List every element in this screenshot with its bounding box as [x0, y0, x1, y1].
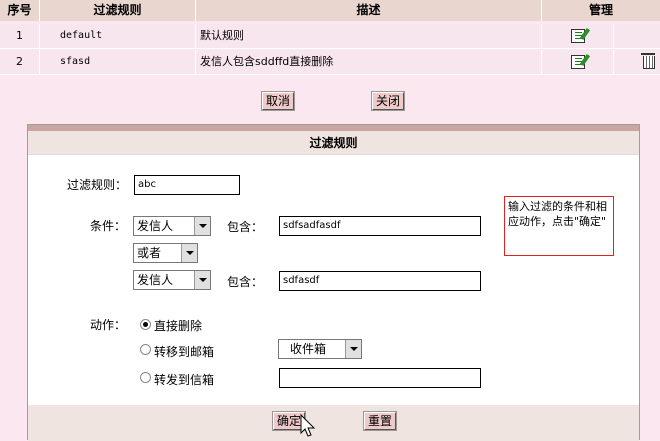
header-manage: 管理: [542, 0, 660, 21]
trash-icon[interactable]: [641, 53, 655, 69]
row-rule-name: default: [40, 24, 196, 48]
row-index: 2: [0, 50, 40, 74]
header-rule: 过滤规则: [40, 0, 196, 21]
condition2-field-value: 发信人: [137, 273, 174, 287]
action-forward-label: 转发到信箱: [154, 373, 215, 387]
chevron-down-icon[interactable]: [194, 217, 210, 235]
move-target-select[interactable]: 收件箱: [278, 339, 362, 359]
delete-cell: [614, 24, 660, 48]
hint-box: 输入过滤的条件和相应动作，点击"确定": [504, 196, 614, 256]
move-target-value: 收件箱: [290, 342, 327, 356]
condition-label: 条件：: [90, 219, 127, 233]
cancel-button[interactable]: 取消: [260, 91, 296, 111]
mouse-cursor-icon: [300, 414, 316, 437]
delete-cell: [614, 50, 660, 74]
contains-label-1: 包含：: [227, 220, 264, 234]
condition1-field-value: 发信人: [137, 219, 174, 233]
action-delete-label: 直接删除: [154, 319, 203, 333]
condition2-field-select[interactable]: 发信人: [133, 270, 211, 290]
table-row: 1 default 默认规则: [0, 24, 660, 49]
row-rule-name: sfasd: [40, 50, 196, 74]
row-description: 默认规则: [196, 24, 542, 48]
action-move-radio[interactable]: [140, 344, 151, 355]
action-forward-radio[interactable]: [140, 372, 151, 383]
logic-select[interactable]: 或者: [133, 243, 198, 263]
close-button[interactable]: 关闭: [370, 91, 406, 111]
table-row: 2 sfasd 发信人包含sddffd直接删除: [0, 50, 660, 75]
edit-icon[interactable]: [570, 55, 585, 69]
header-index: 序号: [0, 0, 40, 21]
row-index: 1: [0, 24, 40, 48]
edit-cell: [542, 50, 614, 74]
rule-name-input[interactable]: abc: [134, 175, 240, 195]
edit-icon[interactable]: [570, 29, 585, 43]
reset-button[interactable]: 重置: [362, 411, 398, 431]
header-desc: 描述: [196, 0, 542, 21]
dialog-footer: 确定 重置: [28, 405, 639, 441]
contains-label-2: 包含：: [227, 275, 264, 289]
chevron-down-icon[interactable]: [345, 340, 361, 358]
edit-cell: [542, 24, 614, 48]
dialog-title: 过滤规则: [28, 131, 639, 155]
chevron-down-icon[interactable]: [194, 271, 210, 289]
condition2-value-input[interactable]: sdfasdf: [279, 271, 481, 291]
condition1-value-input[interactable]: sdfsadfasdf: [279, 216, 481, 236]
action-move-label: 转移到邮箱: [154, 345, 215, 359]
logic-value: 或者: [137, 246, 162, 260]
filter-rule-dialog: 过滤规则 过滤规则： abc 条件： 发信人 包含： sdfsadfasdf 或…: [27, 124, 640, 441]
rules-table: 序号 过滤规则 描述 管理 1 default 默认规则 2 sfasd 发信人…: [0, 0, 660, 76]
chevron-down-icon[interactable]: [181, 244, 197, 262]
action-label: 动作：: [90, 318, 127, 332]
forward-address-input[interactable]: [279, 368, 481, 388]
row-description: 发信人包含sddffd直接删除: [196, 50, 542, 74]
condition1-field-select[interactable]: 发信人: [133, 216, 211, 236]
rule-name-label: 过滤规则：: [67, 178, 128, 192]
action-delete-radio[interactable]: [140, 319, 151, 330]
